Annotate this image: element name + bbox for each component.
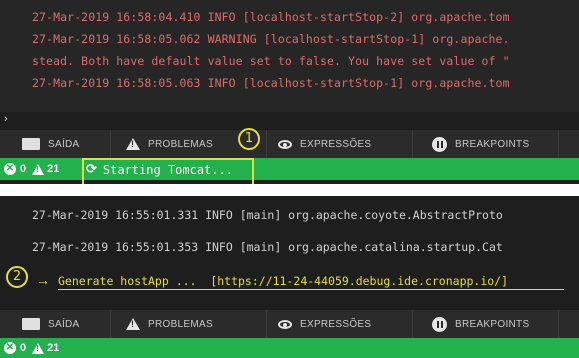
eye-icon bbox=[278, 139, 292, 149]
tab-label: BREAKPOINTS bbox=[455, 138, 530, 150]
warning-icon bbox=[32, 342, 45, 354]
tab-output[interactable]: SAÍDA bbox=[22, 130, 80, 158]
tab-output[interactable]: SAÍDA bbox=[22, 310, 80, 338]
monitor-icon bbox=[22, 318, 40, 330]
status-bar-bottom: ✕ 0 21 bbox=[0, 338, 579, 358]
log-line: 27-Mar-2019 16:55:01.331 INFO [main] org… bbox=[32, 208, 503, 222]
bottom-panel-tabs: SAÍDA PROBLEMAS EXPRESSÕES BREAKPOINTS bbox=[0, 130, 579, 158]
pause-icon bbox=[432, 316, 447, 332]
pause-icon bbox=[432, 136, 447, 152]
warning-icon bbox=[32, 163, 45, 175]
bottom-panel-tabs-2: SAÍDA PROBLEMAS EXPRESSÕES BREAKPOINTS bbox=[0, 310, 579, 338]
console-input[interactable] bbox=[0, 112, 579, 130]
warning-count: 21 bbox=[47, 342, 60, 354]
log-line: 27-Mar-2019 16:58:04.410 INFO [localhost… bbox=[32, 10, 510, 24]
warning-icon bbox=[126, 318, 140, 330]
tab-expressions[interactable]: EXPRESSÕES bbox=[278, 130, 371, 158]
tab-label: SAÍDA bbox=[48, 318, 80, 330]
tab-label: PROBLEMAS bbox=[148, 318, 213, 330]
tab-label: EXPRESSÕES bbox=[300, 318, 372, 330]
tab-label: BREAKPOINTS bbox=[455, 318, 530, 330]
eye-icon bbox=[278, 319, 292, 329]
error-count: 0 bbox=[20, 342, 27, 354]
callout-2: 2 bbox=[6, 266, 28, 288]
tab-problems[interactable]: PROBLEMAS bbox=[126, 130, 213, 158]
log-line: 27-Mar-2019 16:58:05.063 INFO [localhost… bbox=[32, 76, 510, 90]
tab-problems[interactable]: PROBLEMAS bbox=[126, 310, 213, 338]
log-line: stead. Both have default value set to fa… bbox=[32, 54, 510, 68]
generate-link[interactable]: Generate hostApp ... [https://11-24-4405… bbox=[58, 274, 508, 288]
arrow-right-icon: → bbox=[36, 272, 50, 288]
warning-count: 21 bbox=[47, 163, 60, 175]
link-underline bbox=[58, 289, 564, 290]
tab-label: SAÍDA bbox=[48, 138, 80, 150]
tab-label: PROBLEMAS bbox=[148, 138, 213, 150]
console-output-bottom: 27-Mar-2019 16:55:01.331 INFO [main] org… bbox=[0, 196, 579, 312]
log-line: 27-Mar-2019 16:55:01.353 INFO [main] org… bbox=[32, 240, 503, 254]
console-output-top: 27-Mar-2019 16:58:04.410 INFO [localhost… bbox=[0, 0, 579, 112]
monitor-icon bbox=[22, 138, 40, 150]
tab-expressions[interactable]: EXPRESSÕES bbox=[278, 310, 371, 338]
log-line: 27-Mar-2019 16:58:05.062 WARNING [localh… bbox=[32, 32, 510, 46]
status-message-text: Starting Tomcat... bbox=[102, 162, 233, 177]
error-count: 0 bbox=[20, 163, 27, 175]
tab-label: EXPRESSÕES bbox=[300, 138, 372, 150]
prompt-caret-icon: › bbox=[4, 113, 8, 125]
error-icon: ✕ bbox=[4, 342, 16, 354]
warning-icon bbox=[126, 138, 140, 150]
error-icon: ✕ bbox=[4, 163, 16, 175]
callout-1: 1 bbox=[238, 128, 260, 150]
sync-icon: ⟳ bbox=[86, 162, 97, 177]
status-message: ⟳ Starting Tomcat... bbox=[86, 162, 233, 177]
tab-breakpoints[interactable]: BREAKPOINTS bbox=[432, 130, 529, 158]
tab-breakpoints[interactable]: BREAKPOINTS bbox=[432, 310, 529, 338]
